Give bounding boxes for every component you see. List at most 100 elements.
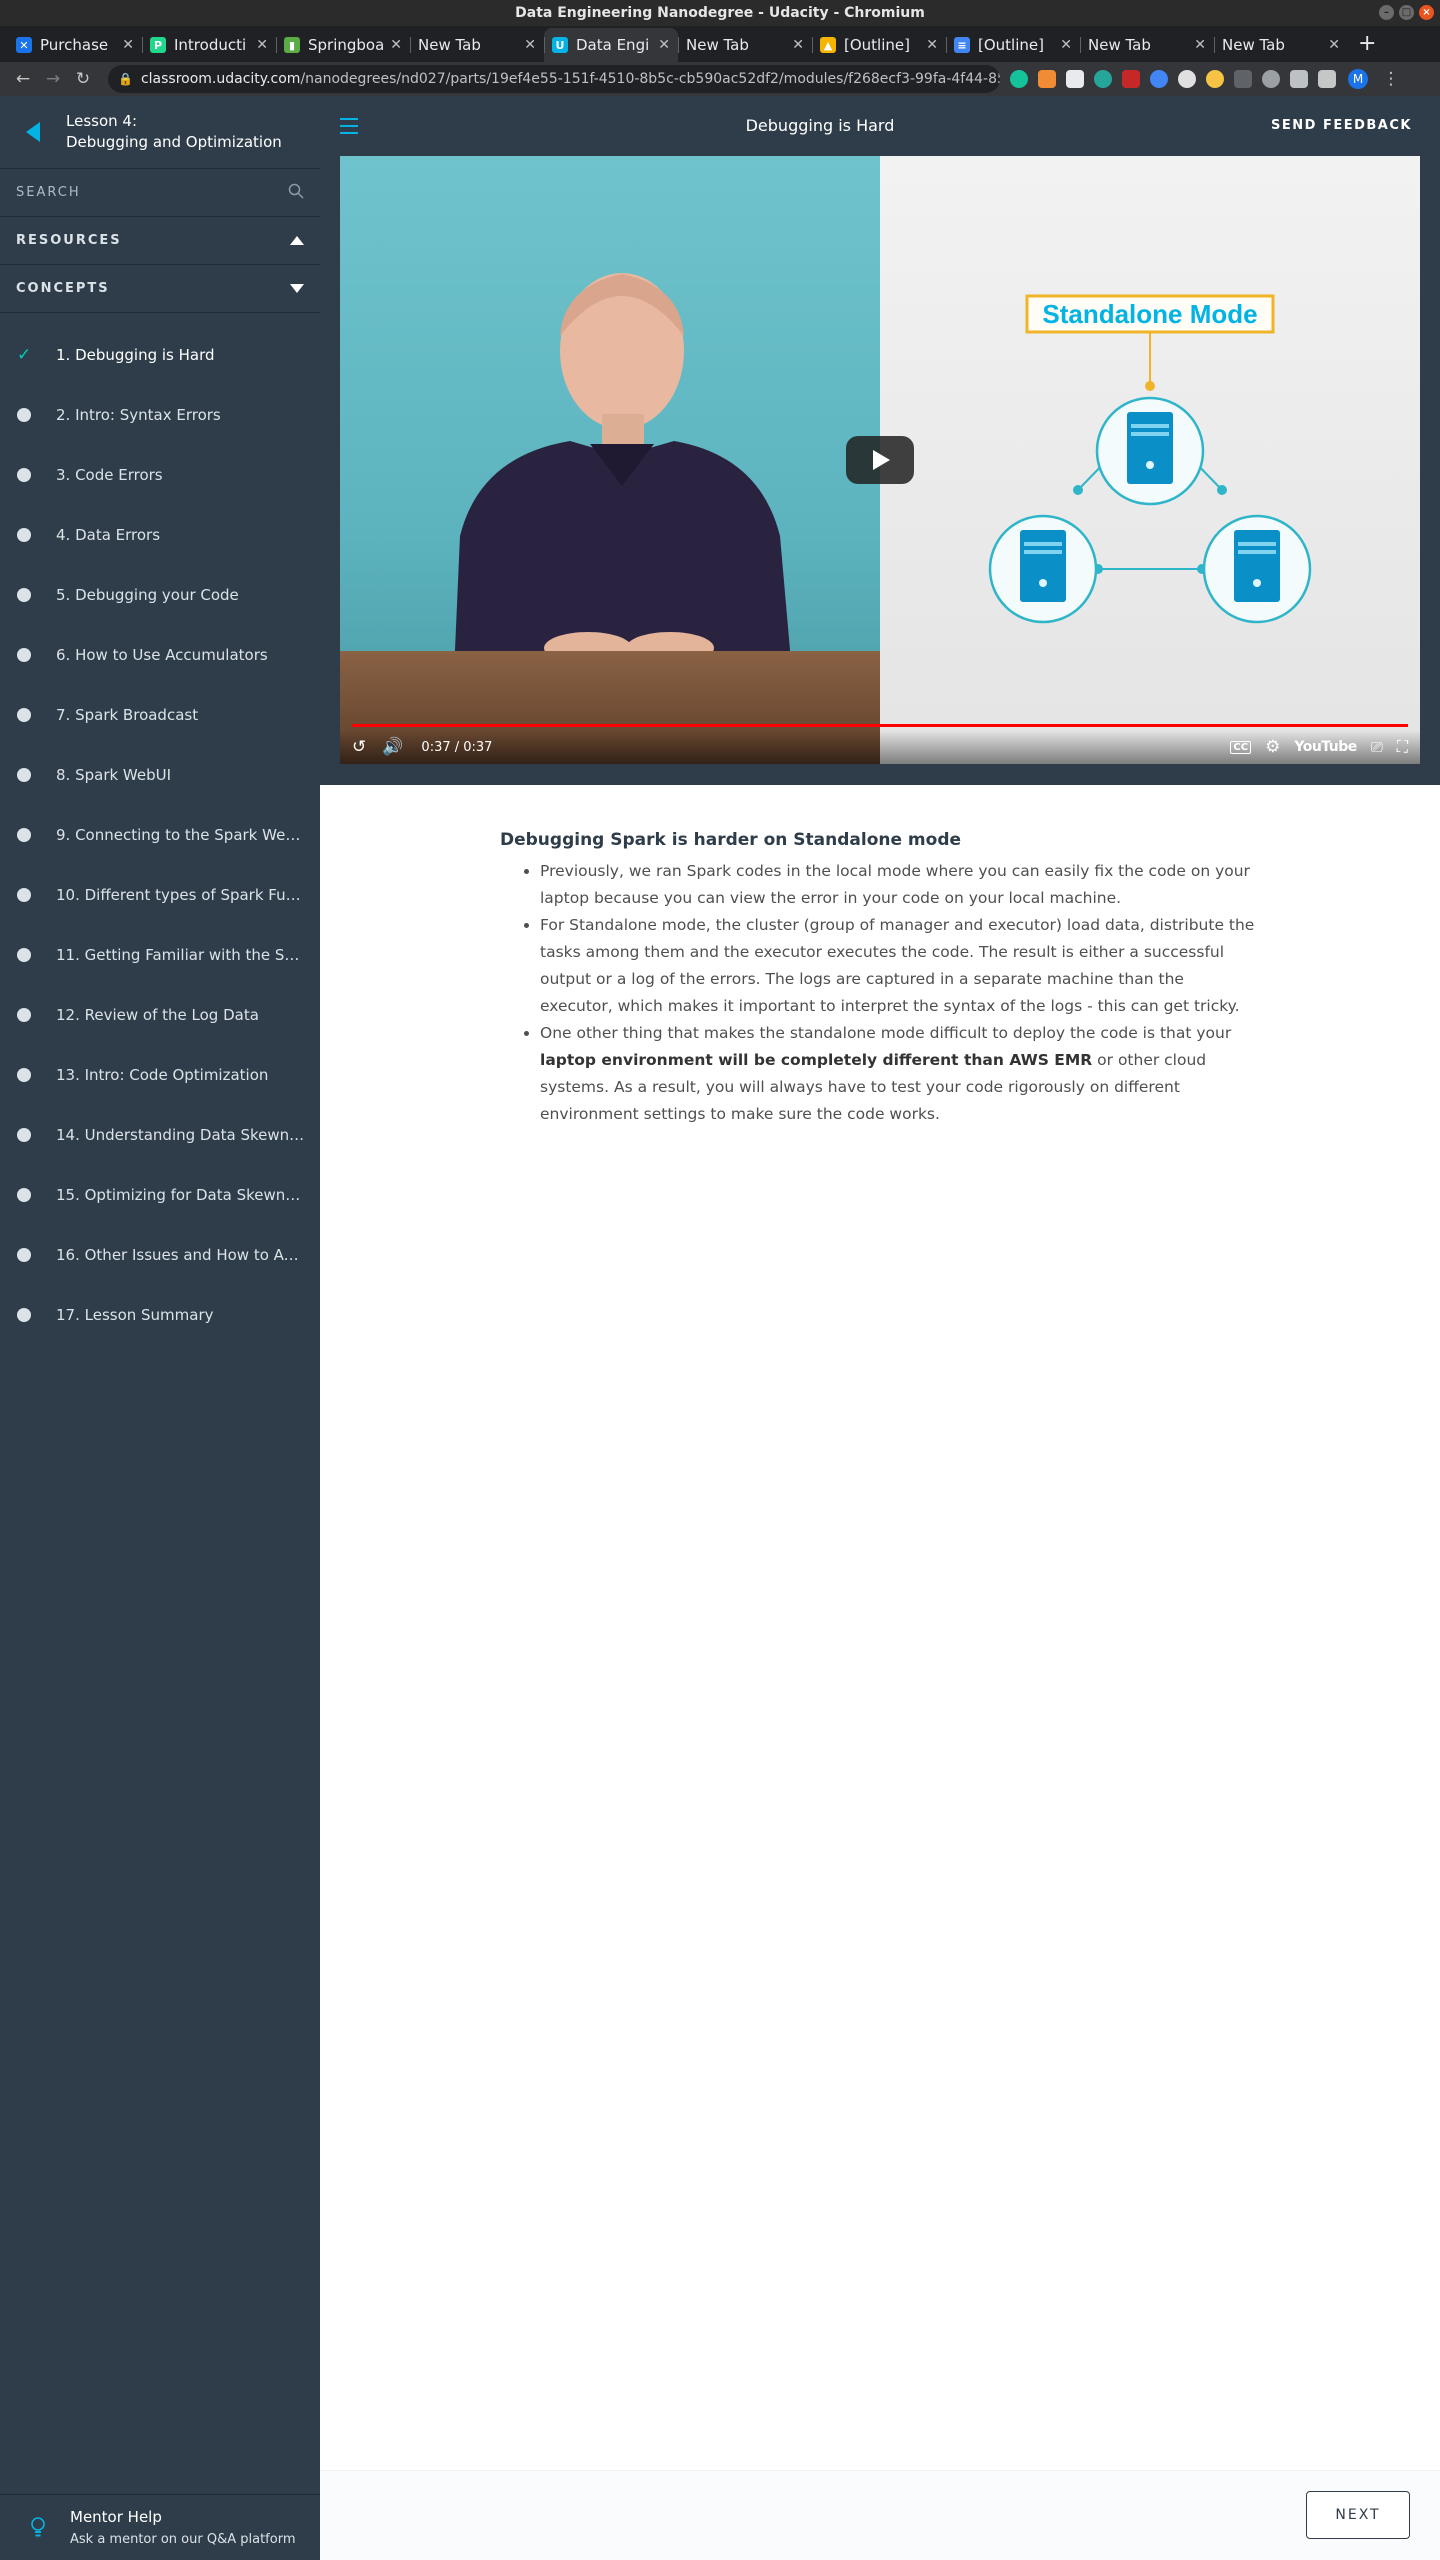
slide-frame: Standalone Mode xyxy=(880,156,1420,764)
resources-toggle[interactable]: RESOURCES xyxy=(0,216,320,264)
search-icon[interactable] xyxy=(288,183,304,203)
replay-icon[interactable]: ↺ xyxy=(352,737,366,757)
tab-close-icon[interactable]: ✕ xyxy=(792,37,804,53)
back-icon[interactable]: ← xyxy=(8,69,38,89)
concept-item[interactable]: 8. Spark WebUI xyxy=(0,745,320,805)
content-heading: Debugging Spark is harder on Standalone … xyxy=(500,830,962,850)
browser-tab[interactable]: New Tab ✕ xyxy=(678,28,812,62)
browser-tab[interactable]: New Tab ✕ xyxy=(410,28,544,62)
cast-icon[interactable]: ⎚ xyxy=(1371,738,1383,756)
tab-close-icon[interactable]: ✕ xyxy=(524,37,536,53)
concept-item[interactable]: 6. How to Use Accumulators xyxy=(0,625,320,685)
document-extension-icon[interactable] xyxy=(1066,70,1084,88)
red-badge-extension-icon[interactable] xyxy=(1122,70,1140,88)
concept-item[interactable]: 15. Optimizing for Data Skewness xyxy=(0,1165,320,1225)
concept-label: 7. Spark Broadcast xyxy=(56,706,199,724)
forward-icon[interactable]: → xyxy=(38,69,68,89)
back-arrow-icon[interactable] xyxy=(26,122,40,142)
tab-label: Data Engi xyxy=(576,36,650,54)
browser-tab[interactable]: New Tab ✕ xyxy=(1214,28,1348,62)
send-feedback-button[interactable]: SEND FEEDBACK xyxy=(1271,118,1412,133)
concept-item[interactable]: 13. Intro: Code Optimization xyxy=(0,1045,320,1105)
incomplete-dot-icon xyxy=(17,1128,31,1142)
tab-close-icon[interactable]: ✕ xyxy=(390,37,402,53)
concept-item[interactable]: 7. Spark Broadcast xyxy=(0,685,320,745)
concept-label: 3. Code Errors xyxy=(56,466,163,484)
incomplete-dot-icon xyxy=(17,588,31,602)
address-bar[interactable]: 🔒 classroom.udacity.com/nanodegrees/nd02… xyxy=(108,65,1000,93)
classroom-topbar: Debugging is Hard SEND FEEDBACK xyxy=(320,96,1440,156)
browser-tab[interactable]: ≡ [Outline] ✕ xyxy=(946,28,1080,62)
concept-label: 8. Spark WebUI xyxy=(56,766,172,784)
volume-icon[interactable]: 🔊 xyxy=(382,737,403,757)
puzzle-extensions-icon[interactable] xyxy=(1318,70,1336,88)
browser-menu-icon[interactable]: ⋮ xyxy=(1376,69,1406,89)
browser-tab[interactable]: ✕ Purchase ✕ xyxy=(8,28,142,62)
concept-item[interactable]: 11. Getting Familiar with the Spark UI xyxy=(0,925,320,985)
tab-close-icon[interactable]: ✕ xyxy=(1194,37,1206,53)
lesson-title: Debugging and Optimization xyxy=(66,133,282,151)
incomplete-dot-icon xyxy=(17,828,31,842)
concept-label: 15. Optimizing for Data Skewness xyxy=(56,1186,306,1204)
maximize-icon[interactable]: □ xyxy=(1399,5,1414,20)
lesson-header[interactable]: Lesson 4: Debugging and Optimization xyxy=(0,96,320,168)
incomplete-dot-icon xyxy=(17,948,31,962)
tab-label: [Outline] xyxy=(978,36,1044,54)
play-button[interactable] xyxy=(846,436,914,484)
reload-icon[interactable]: ↻ xyxy=(68,69,98,89)
incomplete-dot-icon xyxy=(17,888,31,902)
blue-extension-icon[interactable] xyxy=(1150,70,1168,88)
video-player[interactable]: Standalone Mode ↺ 🔊 0:37 / 0:37 CC ⚙ You… xyxy=(340,156,1420,764)
grey-extension-icon[interactable] xyxy=(1234,70,1252,88)
concept-item[interactable]: 3. Code Errors xyxy=(0,445,320,505)
concept-item[interactable]: 10. Different types of Spark Functions xyxy=(0,865,320,925)
concepts-toggle[interactable]: CONCEPTS xyxy=(0,264,320,312)
profile-avatar[interactable]: M xyxy=(1348,69,1368,89)
teal-extension-icon[interactable] xyxy=(1094,70,1112,88)
cloud-extension-icon[interactable] xyxy=(1178,70,1196,88)
video-progress-bar[interactable] xyxy=(352,724,1408,727)
docs-icon: ≡ xyxy=(954,37,970,53)
close-window-icon[interactable]: × xyxy=(1419,5,1434,20)
yellow-extension-icon[interactable] xyxy=(1206,70,1224,88)
captions-icon[interactable]: CC xyxy=(1230,740,1252,754)
browser-tab[interactable]: New Tab ✕ xyxy=(1080,28,1214,62)
browser-tab[interactable]: P Introducti ✕ xyxy=(142,28,276,62)
concept-item[interactable]: 17. Lesson Summary xyxy=(0,1285,320,1345)
tab-close-icon[interactable]: ✕ xyxy=(256,37,268,53)
concept-item[interactable]: 9. Connecting to the Spark Web UI xyxy=(0,805,320,865)
concept-item[interactable]: ✓ 1. Debugging is Hard xyxy=(0,325,320,385)
youtube-logo[interactable]: YouTube xyxy=(1294,739,1357,755)
concept-item[interactable]: 4. Data Errors xyxy=(0,505,320,565)
lock-icon[interactable]: 🔒 xyxy=(118,72,133,86)
history-extension-icon[interactable] xyxy=(1262,70,1280,88)
expand-down-icon xyxy=(290,284,304,293)
settings-gear-icon[interactable]: ⚙ xyxy=(1265,737,1280,757)
gear-extension-icon[interactable] xyxy=(1290,70,1308,88)
concept-label: 17. Lesson Summary xyxy=(56,1306,214,1324)
tab-close-icon[interactable]: ✕ xyxy=(1328,37,1340,53)
browser-tab[interactable]: U Data Engi ✕ xyxy=(544,28,678,62)
concept-item[interactable]: 14. Understanding Data Skewness xyxy=(0,1105,320,1165)
concept-item[interactable]: 5. Debugging your Code xyxy=(0,565,320,625)
mentor-help[interactable]: Mentor Help Ask a mentor on our Q&A plat… xyxy=(0,2494,320,2560)
tab-close-icon[interactable]: ✕ xyxy=(926,37,938,53)
next-button[interactable]: NEXT xyxy=(1306,2491,1410,2539)
browser-tab[interactable]: ▲ [Outline] ✕ xyxy=(812,28,946,62)
tab-close-icon[interactable]: ✕ xyxy=(658,37,670,53)
grammarly-extension-icon[interactable] xyxy=(1010,70,1028,88)
tab-close-icon[interactable]: ✕ xyxy=(122,37,134,53)
fullscreen-icon[interactable]: ⛶ xyxy=(1397,737,1408,757)
concept-item[interactable]: 16. Other Issues and How to Address Them xyxy=(0,1225,320,1285)
concept-item[interactable]: 2. Intro: Syntax Errors xyxy=(0,385,320,445)
collapse-up-icon xyxy=(290,236,304,245)
sidebar-search[interactable]: SEARCH xyxy=(0,168,320,216)
concept-item[interactable]: 12. Review of the Log Data xyxy=(0,985,320,1045)
browser-tab[interactable]: ▮ Springboa ✕ xyxy=(276,28,410,62)
new-tab-icon[interactable]: + xyxy=(1358,28,1376,62)
concepts-label: CONCEPTS xyxy=(16,281,110,296)
orange-extension-icon[interactable] xyxy=(1038,70,1056,88)
lesson-heading: Lesson 4: Debugging and Optimization xyxy=(66,111,282,153)
minimize-icon[interactable]: – xyxy=(1379,5,1394,20)
tab-close-icon[interactable]: ✕ xyxy=(1060,37,1072,53)
